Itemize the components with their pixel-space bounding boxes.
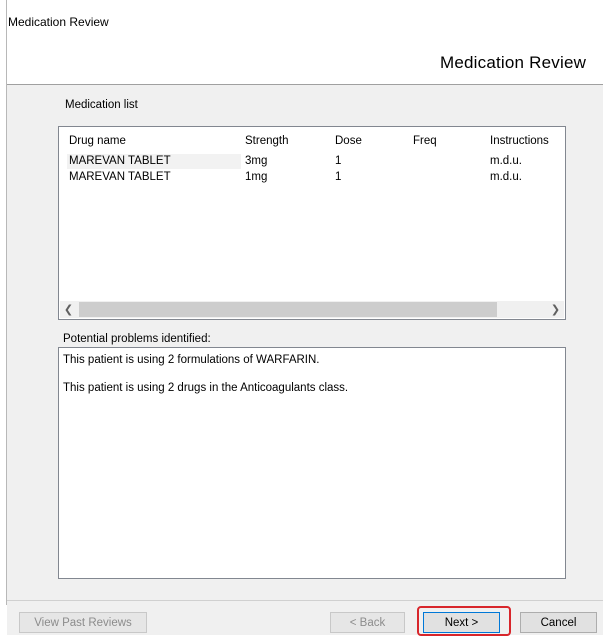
page-title: Medication Review — [440, 53, 587, 72]
title-bar: Medication Review — [0, 0, 603, 34]
column-header-instructions[interactable]: Instructions — [490, 135, 549, 147]
problems-text-area[interactable]: This patient is using 2 formulations of … — [58, 347, 566, 579]
cell-strength: 3mg — [245, 155, 268, 167]
cell-strength: 1mg — [245, 171, 268, 183]
cell-drug-name: MAREVAN TABLET — [69, 155, 171, 167]
problems-label: Potential problems identified: — [63, 333, 211, 345]
scroll-left-icon[interactable]: ❮ — [60, 301, 77, 318]
view-past-reviews-button[interactable]: View Past Reviews — [19, 612, 147, 633]
column-header-strength[interactable]: Strength — [245, 135, 288, 147]
cancel-button[interactable]: Cancel — [520, 612, 597, 633]
column-header-dose[interactable]: Dose — [335, 135, 362, 147]
problem-line: This patient is using 2 drugs in the Ant… — [63, 382, 349, 394]
back-button[interactable]: < Back — [330, 612, 405, 633]
scroll-thumb[interactable] — [79, 302, 497, 317]
cell-dose: 1 — [335, 171, 342, 183]
cell-instructions: m.d.u. — [490, 155, 522, 167]
scroll-right-icon[interactable]: ❯ — [547, 301, 564, 318]
medication-list[interactable]: Drug name Strength Dose Freq Instruction… — [58, 126, 566, 320]
column-header-freq[interactable]: Freq — [413, 135, 437, 147]
problem-line: This patient is using 2 formulations of … — [63, 354, 320, 366]
column-header-drug-name[interactable]: Drug name — [69, 135, 126, 147]
cell-drug-name: MAREVAN TABLET — [69, 171, 171, 183]
next-button[interactable]: Next > — [423, 612, 500, 633]
medication-list-label: Medication list — [65, 99, 138, 111]
cell-dose: 1 — [335, 155, 342, 167]
window-title: Medication Review — [8, 15, 109, 29]
cell-instructions: m.d.u. — [490, 171, 522, 183]
horizontal-scrollbar[interactable]: ❮ ❯ — [60, 301, 564, 318]
